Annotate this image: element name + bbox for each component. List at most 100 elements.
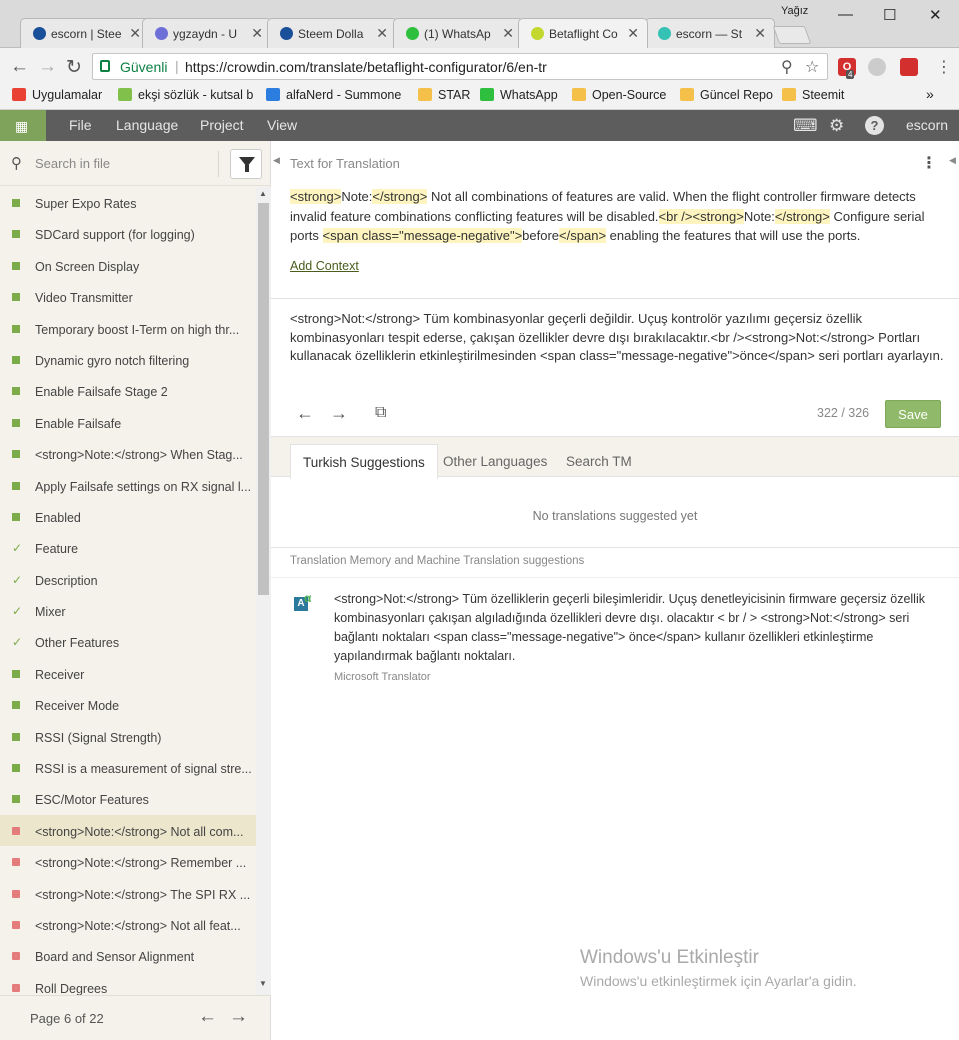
list-item[interactable]: Enabled	[0, 501, 256, 532]
close-tab-icon[interactable]: ✕	[376, 25, 388, 42]
bookmark-label: Uygulamalar	[32, 88, 103, 102]
list-item[interactable]: ✓ Mixer	[0, 595, 256, 626]
prev-page-icon[interactable]: ←	[198, 1006, 217, 1028]
keyboard-icon[interactable]: ⌨	[793, 116, 818, 136]
html-tag-token[interactable]: <strong>	[290, 189, 342, 204]
menu-view[interactable]: View	[267, 117, 297, 133]
collapse-right-icon[interactable]: ◀	[949, 155, 956, 166]
list-item[interactable]: Temporary boost I-Term on high thr...	[0, 313, 256, 344]
list-item[interactable]: <strong>Note:</strong> Not all feat...	[0, 909, 256, 940]
more-bookmarks-icon[interactable]: »	[926, 86, 934, 102]
bookmark-item[interactable]: Uygulamalar	[12, 88, 102, 102]
red-extension-icon[interactable]	[900, 58, 918, 76]
browser-tab[interactable]: Betaflight Co ✕	[518, 18, 648, 48]
close-tab-icon[interactable]: ✕	[129, 25, 141, 42]
list-item[interactable]: Super Expo Rates	[0, 187, 256, 218]
next-string-icon[interactable]: →	[330, 403, 348, 424]
save-button[interactable]: Save	[885, 400, 941, 428]
html-tag-token[interactable]: <strong>	[692, 208, 744, 224]
list-item[interactable]: Receiver	[0, 658, 256, 689]
bookmark-item[interactable]: Open-Source	[572, 88, 666, 102]
minimize-icon[interactable]: —	[838, 6, 853, 23]
list-item[interactable]: RSSI (Signal Strength)	[0, 721, 256, 752]
approved-status-icon	[12, 481, 20, 490]
list-item[interactable]: Board and Sensor Alignment	[0, 940, 256, 971]
list-item[interactable]: <strong>Note:</strong> When Stag...	[0, 438, 256, 469]
bookmark-item[interactable]: alfaNerd - Summone	[266, 88, 401, 102]
previous-string-icon[interactable]: ←	[296, 403, 314, 424]
help-icon[interactable]: ?	[865, 116, 884, 135]
list-item[interactable]: SDCard support (for logging)	[0, 218, 256, 249]
tab-other-languages[interactable]: Other Languages	[431, 444, 559, 479]
add-context-link[interactable]: Add Context	[290, 259, 359, 273]
filter-button[interactable]	[230, 149, 262, 179]
html-tag-token[interactable]: <span class="message-negative">	[322, 228, 523, 243]
browser-tab[interactable]: (1) WhatsAp ✕	[393, 18, 523, 48]
app-grid-button[interactable]: ▦	[0, 110, 46, 141]
list-item[interactable]: Video Transmitter	[0, 281, 256, 312]
menu-project[interactable]: Project	[200, 117, 244, 133]
bookmark-item[interactable]: ekşi sözlük - kutsal b	[118, 88, 253, 102]
wordpress-extension-icon[interactable]	[868, 58, 886, 76]
list-item-label: Video Transmitter	[35, 291, 133, 306]
bookmark-item[interactable]: WhatsApp	[480, 88, 558, 102]
list-item[interactable]: Roll Degrees	[0, 972, 256, 995]
list-item[interactable]: Dynamic gyro notch filtering	[0, 344, 256, 375]
new-tab-button[interactable]	[772, 26, 812, 44]
bookmark-item[interactable]: STAR	[418, 88, 470, 102]
html-tag-token[interactable]: </span>	[559, 228, 607, 243]
close-tab-icon[interactable]: ✕	[251, 25, 263, 42]
back-icon[interactable]: ←	[10, 56, 29, 78]
next-page-icon[interactable]: →	[229, 1006, 248, 1028]
close-tab-icon[interactable]: ✕	[627, 25, 639, 42]
list-item[interactable]: ✓ Feature	[0, 532, 256, 563]
close-tab-icon[interactable]: ✕	[502, 25, 514, 42]
scroll-down-icon[interactable]: ▼	[259, 979, 267, 988]
list-item[interactable]: Enable Failsafe Stage 2	[0, 375, 256, 406]
html-tag-token[interactable]: </strong>	[774, 208, 830, 224]
maximize-icon[interactable]: ☐	[883, 6, 896, 24]
list-item[interactable]: <strong>Note:</strong> Not all com...	[0, 814, 256, 847]
html-tag-token[interactable]: <br />	[658, 208, 693, 224]
forward-icon[interactable]: →	[38, 56, 57, 78]
tab-search-tm[interactable]: Search TM	[554, 444, 644, 479]
browser-tab[interactable]: escorn — St ✕	[645, 18, 775, 48]
list-item[interactable]: <strong>Note:</strong> The SPI RX ...	[0, 878, 256, 909]
list-item[interactable]: Enable Failsafe	[0, 407, 256, 438]
bookmark-item[interactable]: Güncel Repo	[680, 88, 773, 102]
list-item[interactable]: Receiver Mode	[0, 689, 256, 720]
url-text[interactable]: https://crowdin.com/translate/betaflight…	[185, 59, 547, 75]
menu-language[interactable]: Language	[116, 117, 178, 133]
list-item[interactable]: ESC/Motor Features	[0, 783, 256, 814]
scroll-up-icon[interactable]: ▲	[259, 189, 267, 198]
bookmark-star-icon[interactable]: ☆	[805, 57, 819, 77]
browser-tab[interactable]: escorn | Stee ✕	[20, 18, 150, 48]
mt-suggestion[interactable]: <strong>Not:</strong> Tüm özelliklerin g…	[334, 590, 939, 666]
close-window-icon[interactable]: ✕	[929, 6, 942, 24]
html-tag-token[interactable]: </strong>	[372, 189, 428, 204]
reload-icon[interactable]: ↻	[66, 56, 82, 79]
browser-tab[interactable]: ygzaydn - U ✕	[142, 18, 272, 48]
list-item[interactable]: On Screen Display	[0, 250, 256, 281]
search-icon[interactable]: ⚲	[781, 57, 793, 77]
close-tab-icon[interactable]: ✕	[754, 25, 766, 42]
more-options-icon[interactable]: ⋮	[921, 153, 937, 173]
browser-menu-icon[interactable]: ⋮	[936, 57, 952, 77]
collapse-left-icon[interactable]: ◀	[273, 155, 280, 166]
list-item[interactable]: <strong>Note:</strong> Remember ...	[0, 846, 256, 877]
sidebar-scroll-thumb[interactable]	[258, 203, 269, 595]
list-item[interactable]: RSSI is a measurement of signal stre...	[0, 752, 256, 783]
gear-icon[interactable]: ⚙	[829, 116, 844, 136]
copy-source-icon[interactable]: ⧉	[375, 404, 386, 422]
list-item[interactable]: ✓ Description	[0, 564, 256, 595]
menu-file[interactable]: File	[69, 117, 92, 133]
bookmark-item[interactable]: Steemit	[782, 88, 844, 102]
translation-textarea[interactable]: <strong>Not:</strong> Tüm kombinasyonlar…	[290, 310, 950, 366]
browser-tab[interactable]: Steem Dolla ✕	[267, 18, 397, 48]
list-item[interactable]: Apply Failsafe settings on RX signal l..…	[0, 470, 256, 501]
list-item[interactable]: ✓ Other Features	[0, 626, 256, 657]
omnibox[interactable]: Güvenli | https://crowdin.com/translate/…	[92, 53, 828, 80]
tab-turkish-suggestions[interactable]: Turkish Suggestions	[290, 444, 438, 479]
search-input[interactable]: Search in file	[35, 156, 110, 171]
username-label[interactable]: escorn	[906, 117, 948, 133]
